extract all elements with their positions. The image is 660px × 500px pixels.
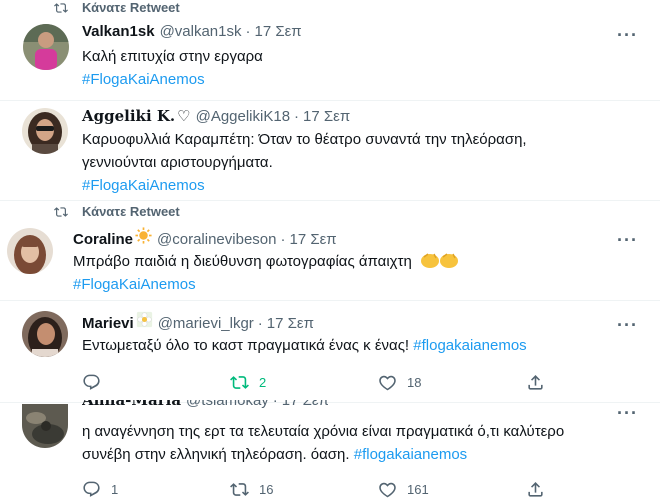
retweet-icon	[230, 376, 249, 389]
tweet-text-line: γεννιούνται αριστουργήματα.	[82, 154, 273, 171]
tweet[interactable]: Aggeliki K. ♡ @AggelikiK18 · 17 Σεπ Καρυ…	[0, 100, 660, 204]
tweet[interactable]: Valkan1sk @valkan1sk · 17 Σεπ ··· Καλή ε…	[0, 0, 660, 100]
avatar[interactable]	[22, 108, 68, 154]
display-name[interactable]: Aggeliki K.	[82, 106, 175, 126]
share-icon	[528, 375, 543, 390]
reply-icon	[83, 481, 100, 497]
hashtag-link[interactable]: #flogakaianemos	[354, 446, 467, 463]
user-handle[interactable]: @AggelikiK18	[196, 107, 290, 127]
retweet-button[interactable]: 16	[230, 480, 378, 499]
tweet[interactable]: Anna-Maria @tsiamokay · 17 Σεπ ··· η ανα…	[0, 400, 660, 500]
share-button[interactable]	[526, 480, 545, 499]
tweet-text-line: Μπράβο παιδιά η διεύθυνση φωτογραφίας άπ…	[73, 250, 462, 273]
heart-emoji: ♡	[177, 108, 191, 125]
avatar[interactable]	[22, 404, 68, 448]
tweet-text: Καρυοφυλλιά Καραμπέτη: Όταν το θέατρο συ…	[82, 128, 527, 197]
reply-button[interactable]: 1	[82, 480, 230, 499]
more-options-button[interactable]: ···	[617, 26, 638, 44]
retweet-icon	[230, 483, 249, 496]
flower-emoji-icon	[136, 311, 152, 328]
tweet-text-line: η αναγέννηση της ερτ τα τελευταία χρόνια…	[82, 423, 565, 440]
display-name[interactable]: Coraline	[73, 230, 133, 250]
display-name[interactable]: Valkan1sk	[82, 22, 155, 42]
retweet-count: 16	[259, 482, 274, 497]
like-count: 161	[407, 482, 429, 497]
like-button[interactable]: 161	[378, 480, 526, 499]
tweet-text-line: Καλή επιτυχία στην εργαρα	[82, 48, 263, 65]
tweet-header: Coraline @coralinevibeson · 17 Σεπ	[73, 227, 337, 250]
user-handle[interactable]: @coralinevibeson	[157, 230, 276, 250]
user-handle[interactable]: @valkan1sk	[160, 22, 242, 42]
tweet-text-line: Καρυοφυλλιά Καραμπέτη: Όταν το θέατρο συ…	[82, 131, 527, 148]
like-count: 18	[407, 375, 422, 390]
tweet-text: Εντωμεταξύ όλο το καστ πραγματικά ένας κ…	[82, 334, 527, 357]
reply-count: 1	[111, 482, 119, 497]
display-name[interactable]: Marievi	[82, 314, 134, 334]
tweet-header: Valkan1sk @valkan1sk · 17 Σεπ	[82, 22, 302, 42]
tweet-date[interactable]: 17 Σεπ	[267, 314, 314, 334]
user-handle[interactable]: @marievi_lkgr	[158, 314, 254, 334]
share-icon	[528, 482, 543, 497]
more-options-button[interactable]: ···	[617, 231, 638, 249]
reply-icon	[83, 374, 100, 390]
avatar[interactable]	[7, 228, 53, 274]
more-options-button[interactable]: ···	[617, 404, 638, 422]
retweet-button[interactable]: 2	[230, 373, 378, 392]
like-button[interactable]: 18	[378, 373, 526, 392]
tweet-date[interactable]: 17 Σεπ	[255, 22, 302, 42]
tweet-header: Marievi @marievi_lkgr · 17 Σεπ	[82, 311, 314, 334]
avatar[interactable]	[23, 24, 69, 70]
tweet-text-content: συνέβη στην ελληνική τηλεόραση. όαση.	[82, 446, 350, 463]
share-button[interactable]	[526, 373, 545, 392]
tweet-text-content: Εντωμεταξύ όλο το καστ πραγματικά ένας κ…	[82, 337, 410, 354]
tweet-text: Καλή επιτυχία στην εργαρα #FlogaKaiAnemo…	[82, 45, 263, 91]
separator-dot: ·	[280, 231, 286, 248]
more-options-button[interactable]: ···	[617, 316, 638, 334]
hashtag-link[interactable]: #FlogaKaiAnemos	[82, 68, 263, 91]
hashtag-link[interactable]: #FlogaKaiAnemos	[82, 174, 527, 197]
hashtag-link[interactable]: #flogakaianemos	[413, 337, 526, 354]
tweet-date[interactable]: 17 Σεπ	[289, 230, 336, 250]
tweet-text: Μπράβο παιδιά η διεύθυνση φωτογραφίας άπ…	[73, 250, 462, 296]
hashtag-link[interactable]: #FlogaKaiAnemos	[73, 273, 462, 296]
tweet-text-line: συνέβη στην ελληνική τηλεόραση. όαση. #f…	[82, 443, 564, 466]
tweet-date[interactable]: 17 Σεπ	[303, 107, 350, 127]
tweet-text: η αναγέννηση της ερτ τα τελευταία χρόνια…	[82, 420, 564, 466]
tweet[interactable]: Marievi @marievi_lkgr · 17 Σεπ ··· Εντωμ…	[0, 300, 660, 402]
tweet-actions: 1 16 161	[82, 480, 572, 499]
retweet-count: 2	[259, 375, 267, 390]
tweet-actions: 2 18	[82, 373, 572, 392]
heart-icon	[379, 482, 396, 498]
clapping-hands-emoji-icon	[420, 253, 458, 268]
tweet-text-content: Μπράβο παιδιά η διεύθυνση φωτογραφίας άπ…	[73, 253, 412, 270]
avatar[interactable]	[22, 311, 68, 357]
reply-button[interactable]	[82, 373, 230, 392]
tweet[interactable]: Coraline @coralinevibeson · 17 Σεπ ··· Μ…	[0, 200, 660, 300]
separator-dot: ·	[245, 23, 251, 40]
separator-dot: ·	[257, 315, 263, 332]
heart-icon	[379, 375, 396, 391]
separator-dot: ·	[294, 108, 300, 125]
tweet-header: Aggeliki K. ♡ @AggelikiK18 · 17 Σεπ	[82, 106, 350, 127]
sun-emoji-icon	[135, 227, 152, 244]
